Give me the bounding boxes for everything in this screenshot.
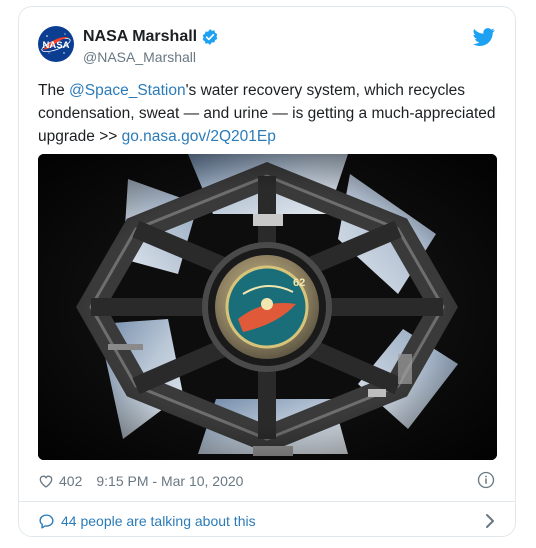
tweet-url-link[interactable]: go.nasa.gov/2Q201Ep xyxy=(122,128,276,145)
tweet-photo[interactable]: 62 xyxy=(38,154,497,460)
talking-about-text[interactable]: 44 people are talking about this xyxy=(61,513,256,529)
speech-bubble-icon xyxy=(39,513,54,529)
author-name-row: NASA Marshall xyxy=(83,28,219,46)
timestamp[interactable]: 9:15 PM - Mar 10, 2020 xyxy=(96,473,243,489)
cupola-photo: 62 xyxy=(38,154,497,460)
talking-about-row[interactable]: 44 people are talking about this xyxy=(38,510,496,532)
verified-badge-icon xyxy=(202,29,218,45)
info-icon[interactable] xyxy=(477,471,495,489)
author-name[interactable]: NASA Marshall xyxy=(83,28,197,46)
nasa-logo-text: NASA xyxy=(43,40,70,51)
divider xyxy=(19,501,515,502)
tweet-meta: 402 9:15 PM - Mar 10, 2020 xyxy=(38,471,243,491)
nasa-logo-avatar[interactable]: NASA xyxy=(38,26,74,62)
heart-icon[interactable] xyxy=(38,473,54,489)
mention-link[interactable]: @Space_Station xyxy=(69,82,186,99)
author-handle[interactable]: @NASA_Marshall xyxy=(83,49,196,65)
tweet-text: The @Space_Station's water recovery syst… xyxy=(38,79,503,148)
like-count[interactable]: 402 xyxy=(59,473,82,489)
chevron-right-icon[interactable] xyxy=(484,513,496,529)
tweet-text-prefix: The xyxy=(38,82,70,99)
tweet-card: NASA NASA Marshall @NASA_Marshall The @S… xyxy=(18,6,516,537)
twitter-bird-icon[interactable] xyxy=(473,26,495,48)
